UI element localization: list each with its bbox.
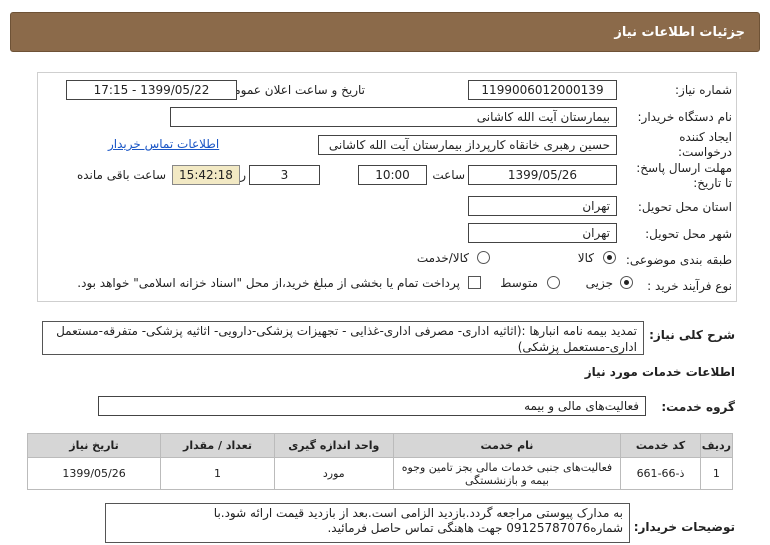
services-section-title: اطلاعات خدمات مورد نیاز bbox=[584, 365, 735, 379]
summary-label: شرح کلی نیاز: bbox=[649, 328, 735, 342]
days-field: 3 bbox=[249, 165, 320, 185]
cell-unit: مورد bbox=[273, 457, 394, 490]
city-label: شهر محل تحویل: bbox=[645, 227, 732, 241]
service-group-label: گروه خدمت: bbox=[661, 400, 735, 414]
cell-service-name: فعالیت‌های جنبی خدمات مالی بجز تامین وجو… bbox=[392, 457, 622, 490]
creator-field: حسین رهبری خانقاه کارپرداز بیمارستان آیت… bbox=[318, 135, 617, 155]
treasury-payment-note: پرداخت تمام یا بخشی از مبلغ خرید،از محل … bbox=[77, 276, 460, 290]
service-group-field: فعالیت‌های مالی و بیمه bbox=[98, 396, 646, 416]
category-goods-service-label: کالا/خدمت bbox=[416, 251, 469, 265]
buyer-org-label: نام دستگاه خریدار: bbox=[637, 110, 733, 124]
city-field: تهران bbox=[468, 223, 617, 243]
deadline-label-2: تا تاریخ: bbox=[693, 176, 732, 190]
province-field: تهران bbox=[468, 196, 617, 216]
process-label: نوع فرآیند خرید : bbox=[647, 279, 732, 293]
process-medium-label: متوسط bbox=[500, 276, 538, 290]
deadline-time-field: 10:00 bbox=[358, 165, 427, 185]
table-row: 1 ذ-66-661 فعالیت‌های جنبی خدمات مالی بج… bbox=[26, 457, 734, 490]
process-minor-radio[interactable] bbox=[620, 276, 633, 289]
table-header-row: ردیف کد خدمت نام خدمت واحد اندازه گیری ت… bbox=[26, 433, 734, 458]
creator-label-2: درخواست: bbox=[678, 145, 732, 159]
col-header-unit: واحد اندازه گیری bbox=[273, 433, 394, 458]
treasury-payment-checkbox[interactable] bbox=[468, 276, 481, 289]
category-label: طبقه بندی موضوعی: bbox=[625, 253, 732, 267]
process-minor-label: جزیی bbox=[585, 276, 613, 290]
cell-service-code: ذ-66-661 bbox=[620, 457, 701, 490]
remaining-label: ساعت باقی مانده bbox=[76, 168, 166, 182]
col-header-row-number: ردیف bbox=[699, 433, 734, 458]
page-header: جزئیات اطلاعات نیاز bbox=[10, 12, 760, 52]
deadline-time-label: ساعت bbox=[432, 168, 465, 182]
buyer-org-field: بیمارستان آیت الله کاشانی bbox=[170, 107, 617, 127]
category-goods-radio[interactable] bbox=[603, 251, 616, 264]
process-medium-radio[interactable] bbox=[547, 276, 560, 289]
province-label: استان محل تحویل: bbox=[637, 200, 732, 214]
contact-buyer-link[interactable]: اطلاعات تماس خریدار bbox=[108, 137, 219, 151]
announce-label: تاریخ و ساعت اعلان عمومی: bbox=[220, 83, 365, 97]
category-goods-label: کالا bbox=[577, 251, 594, 265]
remaining-time-field: 15:42:18 bbox=[172, 165, 240, 185]
need-number-label: شماره نیاز: bbox=[675, 83, 732, 97]
need-number-field: 1199006012000139 bbox=[468, 80, 617, 100]
col-header-quantity: تعداد / مقدار bbox=[160, 433, 275, 458]
col-header-need-date: تاریخ نیاز bbox=[26, 433, 162, 458]
buyer-notes-label: توضیحات خریدار: bbox=[633, 520, 735, 534]
announce-field: 1399/05/22 - 17:15 bbox=[66, 80, 237, 100]
category-goods-service-radio[interactable] bbox=[477, 251, 490, 264]
cell-row-number: 1 bbox=[699, 457, 734, 490]
creator-label-1: ایجاد کننده bbox=[679, 130, 732, 144]
deadline-date-field: 1399/05/26 bbox=[468, 165, 617, 185]
buyer-notes-text: به مدارک پیوستی مراجعه گردد.بازدید الزام… bbox=[105, 503, 630, 543]
page-title: جزئیات اطلاعات نیاز bbox=[614, 24, 745, 40]
col-header-service-code: کد خدمت bbox=[620, 433, 701, 458]
deadline-label-1: مهلت ارسال پاسخ: bbox=[636, 161, 732, 175]
col-header-service-name: نام خدمت bbox=[392, 433, 622, 458]
cell-need-date: 1399/05/26 bbox=[26, 457, 162, 490]
summary-text: تمدید بیمه نامه انبارها :(اثاثیه اداری- … bbox=[42, 321, 644, 355]
services-table: ردیف کد خدمت نام خدمت واحد اندازه گیری ت… bbox=[26, 433, 734, 490]
cell-quantity: 1 bbox=[160, 457, 275, 490]
